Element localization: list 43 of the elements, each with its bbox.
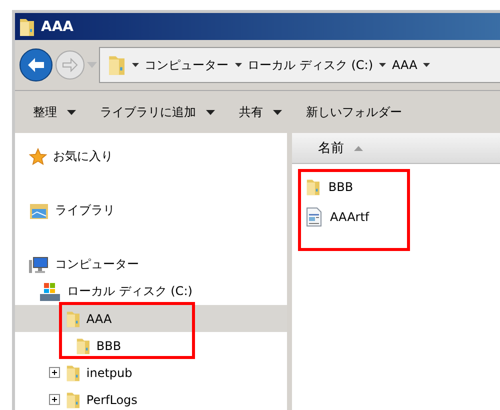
star-icon [29,148,47,166]
tree-item[interactable]: ローカル ディスク (C:) [15,278,287,305]
library-icon [29,202,49,220]
tree-item[interactable]: お気に入り [15,143,287,170]
caret-icon [67,110,76,114]
tree-item[interactable]: コンピューター [15,251,287,278]
folder-icon [76,336,90,354]
expand-icon[interactable] [49,394,60,405]
sort-icon [354,146,363,150]
folder-icon [19,16,35,36]
caret-icon [206,110,215,114]
breadcrumb-item[interactable]: AAA [392,58,418,72]
drive-icon [39,282,61,302]
tree-item[interactable]: AAA [15,305,287,332]
folder-icon [66,390,80,408]
folder-icon [108,54,126,76]
document-icon [306,207,322,227]
tree-item[interactable]: PerfLogs [15,386,287,410]
caret-icon [379,63,386,67]
caret-icon [132,63,139,67]
caret-icon [423,63,430,67]
folder-icon [66,364,80,382]
column-heading[interactable]: 名前 [318,139,363,157]
folder-icon [306,178,320,196]
expand-icon[interactable] [49,367,60,378]
toolbar-button[interactable]: 整理 [33,104,76,120]
tree-item[interactable]: ライブラリ [15,197,287,224]
file-item[interactable]: AAArtf [292,202,500,232]
caret-icon [234,63,242,67]
toolbar-button[interactable]: 共有 [239,104,282,120]
address-bar[interactable]: コンピューター ローカル ディスク (C:) AAA [99,47,500,83]
tree-item[interactable]: inetpub [15,359,287,386]
computer-icon [29,256,49,274]
breadcrumb-item[interactable]: コンピューター [144,56,229,74]
file-item[interactable]: BBB [292,172,500,202]
caret-icon [273,110,282,114]
tree-item[interactable]: BBB [15,332,287,359]
toolbar-button[interactable]: ライブラリに追加 [100,104,215,120]
folder-icon [66,310,80,328]
toolbar-button[interactable]: 新しいフォルダー [306,104,402,120]
breadcrumb-item[interactable]: ローカル ディスク (C:) [248,56,374,74]
window-title: AAA [41,18,74,34]
back-button[interactable] [19,48,53,82]
